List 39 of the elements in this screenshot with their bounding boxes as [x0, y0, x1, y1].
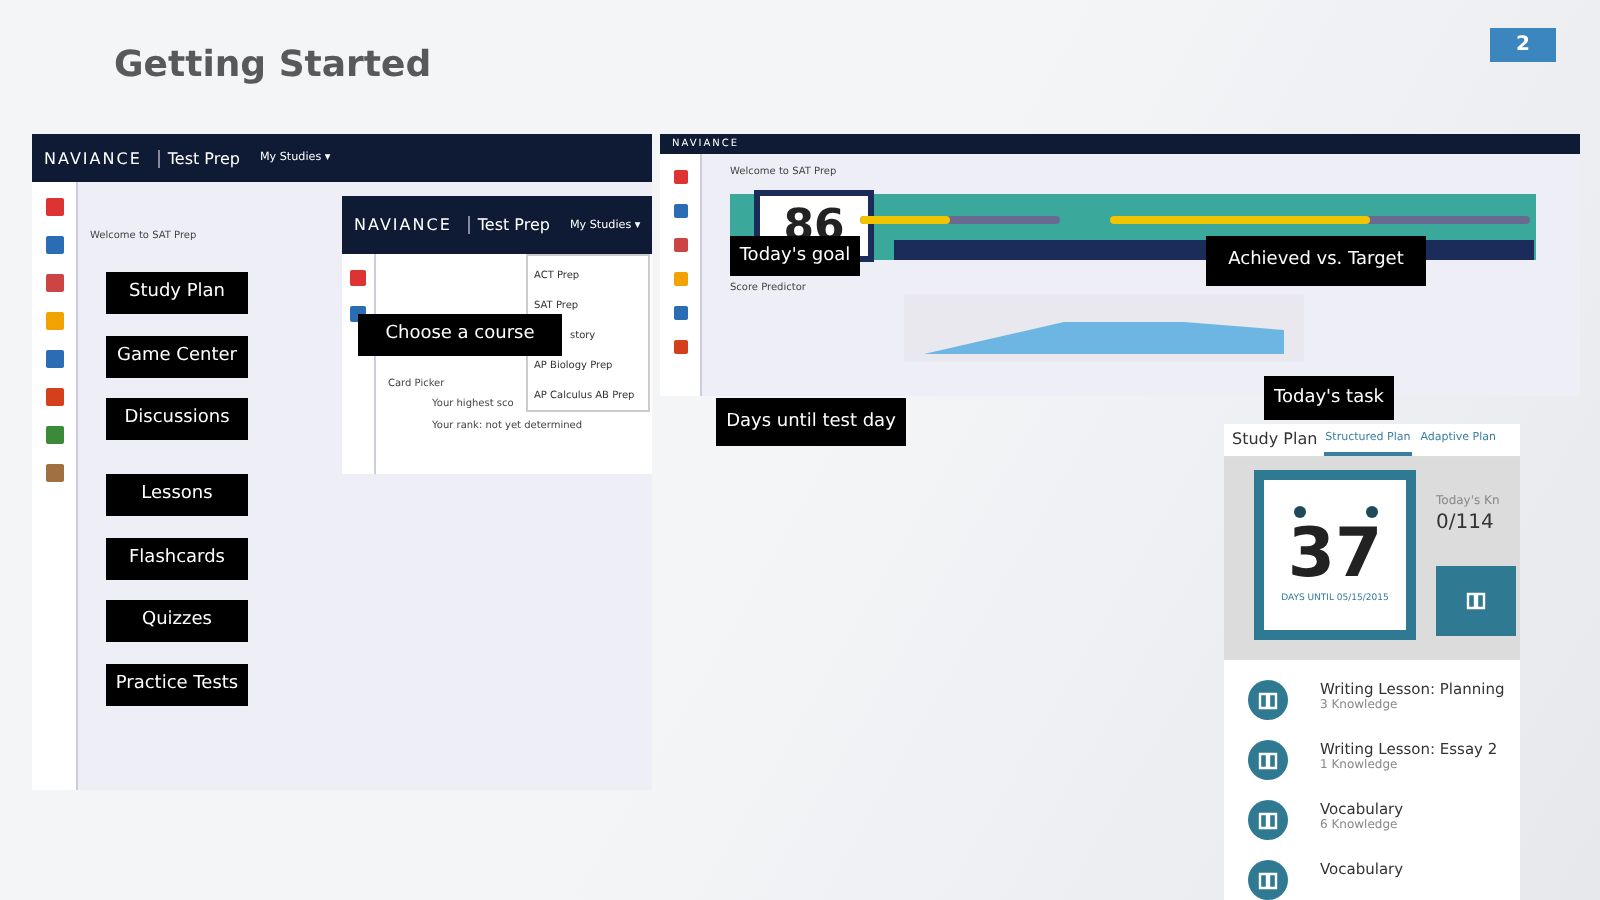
nav-icon[interactable]	[45, 236, 63, 254]
nav-icon[interactable]	[45, 388, 63, 406]
callout-label: Practice Tests	[106, 664, 248, 706]
product-name: Test Prep	[467, 216, 550, 234]
nav-icon[interactable]	[673, 170, 687, 184]
nav-icon[interactable]	[673, 238, 687, 252]
book-icon	[1258, 691, 1278, 709]
callout-label: Game Center	[106, 336, 248, 378]
callout-label: Discussions	[106, 398, 248, 440]
book-icon	[1466, 592, 1486, 610]
callout-label: Today's goal	[730, 236, 860, 276]
book-icon	[1258, 811, 1278, 829]
callout-label: Choose a course	[358, 314, 562, 356]
book-icon	[1258, 751, 1278, 769]
callout-label: Today's task	[1264, 376, 1394, 420]
product-name: Test Prep	[157, 149, 240, 167]
nav-icon[interactable]	[45, 464, 63, 482]
brand-name: NAVIANCE	[44, 149, 142, 167]
nav-icon[interactable]	[45, 426, 63, 444]
callout-label: Study Plan	[106, 272, 248, 314]
lesson-button[interactable]	[1436, 566, 1516, 636]
callout-label: Days until test day	[716, 398, 906, 446]
nav-icon[interactable]	[673, 204, 687, 218]
callout-label: Flashcards	[106, 538, 248, 580]
book-icon	[1258, 871, 1278, 889]
nav-icon[interactable]	[45, 350, 63, 368]
nav-icon[interactable]	[45, 198, 63, 216]
panel-title: Study Plan	[1232, 430, 1318, 452]
callout-label: Quizzes	[106, 600, 248, 642]
slide-title: Getting Started	[114, 42, 432, 86]
days-number: 37	[1287, 518, 1383, 594]
nav-icon[interactable]	[673, 340, 687, 354]
callout-label: Achieved vs. Target	[1206, 236, 1426, 286]
nav-icon[interactable]	[45, 274, 63, 292]
page-number: 2	[1490, 28, 1556, 62]
callout-label: Lessons	[106, 474, 248, 516]
brand-name: NAVIANCE	[354, 216, 452, 234]
nav-icon[interactable]	[673, 306, 687, 320]
goal-value: 0/114	[1436, 512, 1496, 534]
